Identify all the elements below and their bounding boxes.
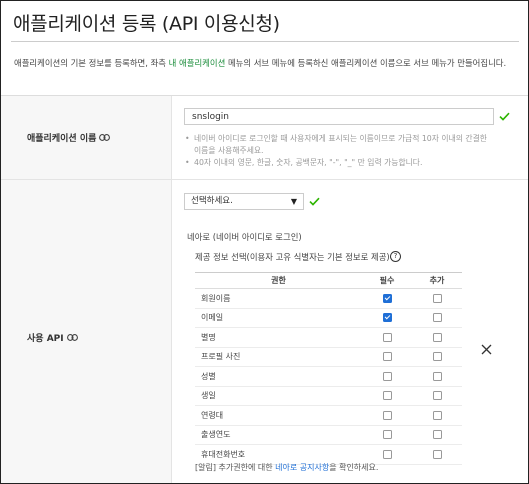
permission-required-cell (362, 405, 412, 426)
app-name-input[interactable]: snslogin (184, 108, 494, 125)
permission-header-row: 권한 필수 추가 (195, 272, 462, 289)
app-name-hints: 네이버 아이디로 로그인할 때 사용자에게 표시되는 이름이므로 가급적 10자… (185, 133, 493, 169)
required-checkbox[interactable] (382, 352, 392, 362)
close-icon[interactable] (481, 344, 492, 355)
permission-required-cell (362, 366, 412, 387)
page-description: 애플리케이션의 기본 정보를 등록하면, 좌측 내 애플리케이션 메뉴의 서브 … (14, 55, 520, 72)
permission-optional-cell (412, 347, 462, 367)
required-checkbox[interactable] (382, 449, 392, 459)
my-applications-link[interactable]: 내 애플리케이션 (169, 58, 226, 68)
link-chain-icon (99, 133, 111, 144)
permission-optional-cell (412, 288, 462, 309)
check-icon (309, 197, 320, 206)
permission-row: 회원이름 (195, 288, 462, 309)
api-usage-label-text: 사용 API (27, 334, 64, 344)
row-divider (1, 179, 528, 180)
description-text-1: 애플리케이션의 기본 정보를 등록하면, 좌측 (14, 58, 169, 68)
chevron-down-icon: ▼ (290, 197, 297, 206)
provision-title: 제공 정보 선택(이용자 고유 식별자는 기본 정보로 제공) (195, 252, 390, 262)
selected-api-name: 네아로 (네이버 아이디로 로그인) (187, 232, 302, 242)
required-checkbox[interactable] (382, 332, 392, 342)
permission-name: 프로필 사진 (195, 347, 362, 367)
required-checkbox[interactable] (382, 371, 392, 381)
permission-name: 출생연도 (195, 425, 362, 445)
app-name-label-text: 애플리케이션 이름 (27, 134, 97, 144)
optional-checkbox[interactable] (432, 332, 442, 342)
column-header-permission: 권한 (195, 272, 362, 289)
permission-row: 연령대 (195, 405, 462, 426)
optional-checkbox[interactable] (432, 410, 442, 420)
permission-optional-cell (412, 308, 462, 328)
permission-row: 프로필 사진 (195, 347, 462, 367)
app-name-label: 애플리케이션 이름 (27, 131, 111, 144)
column-header-required: 필수 (362, 272, 412, 289)
optional-checkbox[interactable] (432, 449, 442, 459)
permission-required-cell (362, 288, 412, 309)
link-chain-icon (66, 333, 78, 344)
column-header-optional: 추가 (412, 272, 462, 289)
api-select[interactable]: 선택하세요. ▼ (184, 193, 304, 210)
permission-name: 별명 (195, 327, 362, 348)
page-title: 애플리케이션 등록 (API 이용신청) (13, 13, 280, 35)
optional-checkbox[interactable] (432, 430, 442, 440)
required-checkbox[interactable] (382, 410, 392, 420)
label-column (1, 96, 172, 483)
optional-checkbox[interactable] (432, 391, 442, 401)
permission-optional-cell (412, 444, 462, 465)
permission-row: 생일 (195, 386, 462, 406)
required-checkbox[interactable] (382, 293, 392, 303)
help-icon[interactable]: ? (390, 251, 401, 262)
optional-checkbox[interactable] (432, 313, 442, 323)
permission-row: 성별 (195, 366, 462, 387)
permission-name: 성별 (195, 366, 362, 387)
permission-optional-cell (412, 327, 462, 348)
api-select-value: 선택하세요. (191, 196, 233, 206)
permission-row: 별명 (195, 327, 462, 348)
permission-required-cell (362, 327, 412, 348)
required-checkbox[interactable] (382, 430, 392, 440)
permission-optional-cell (412, 405, 462, 426)
permission-name: 이메일 (195, 308, 362, 328)
provision-panel: 제공 정보 선택(이용자 고유 식별자는 기본 정보로 제공) ? 권한 필수 … (187, 247, 468, 479)
description-text-2: 메뉴의 서브 메뉴에 등록하신 애플리케이션 이름으로 서브 메뉴가 만들어집니… (225, 58, 507, 68)
permission-name: 연령대 (195, 405, 362, 426)
permission-row: 이메일 (195, 308, 462, 328)
api-usage-label: 사용 API (27, 331, 78, 344)
optional-checkbox[interactable] (432, 293, 442, 303)
permission-optional-cell (412, 425, 462, 445)
optional-checkbox[interactable] (432, 352, 442, 362)
required-checkbox[interactable] (382, 391, 392, 401)
title-divider (11, 41, 519, 42)
permission-optional-cell (412, 386, 462, 406)
required-checkbox[interactable] (382, 313, 392, 323)
notice-text-before: [알림] 추가권한에 대한 (195, 463, 276, 472)
notice-text-after: 을 확인하세요. (329, 463, 379, 472)
optional-checkbox[interactable] (432, 371, 442, 381)
permission-required-cell (362, 425, 412, 445)
permission-required-cell (362, 308, 412, 328)
permission-name: 생일 (195, 386, 362, 406)
permission-optional-cell (412, 366, 462, 387)
permission-row: 출생연도 (195, 425, 462, 445)
permission-table: 권한 필수 추가 회원이름 이메일 별명 프로필 사진 성별 생일 연령대 출생연도 휴대전화번… (195, 272, 462, 465)
permission-required-cell (362, 347, 412, 367)
permission-name: 회원이름 (195, 288, 362, 309)
app-registration-page: 애플리케이션 등록 (API 이용신청) 애플리케이션의 기본 정보를 등록하면… (0, 0, 529, 484)
check-icon (499, 112, 510, 121)
permission-required-cell (362, 386, 412, 406)
notice-link[interactable]: 네아로 공지사항 (275, 463, 329, 472)
notice-text: [알림] 추가권한에 대한 네아로 공지사항을 확인하세요. (195, 462, 378, 473)
hint-item: 40자 이내의 영문, 한글, 숫자, 공백문자, "-", "_" 만 입력 … (185, 157, 493, 169)
hint-item: 네이버 아이디로 로그인할 때 사용자에게 표시되는 이름이므로 가급적 10자… (185, 133, 493, 157)
